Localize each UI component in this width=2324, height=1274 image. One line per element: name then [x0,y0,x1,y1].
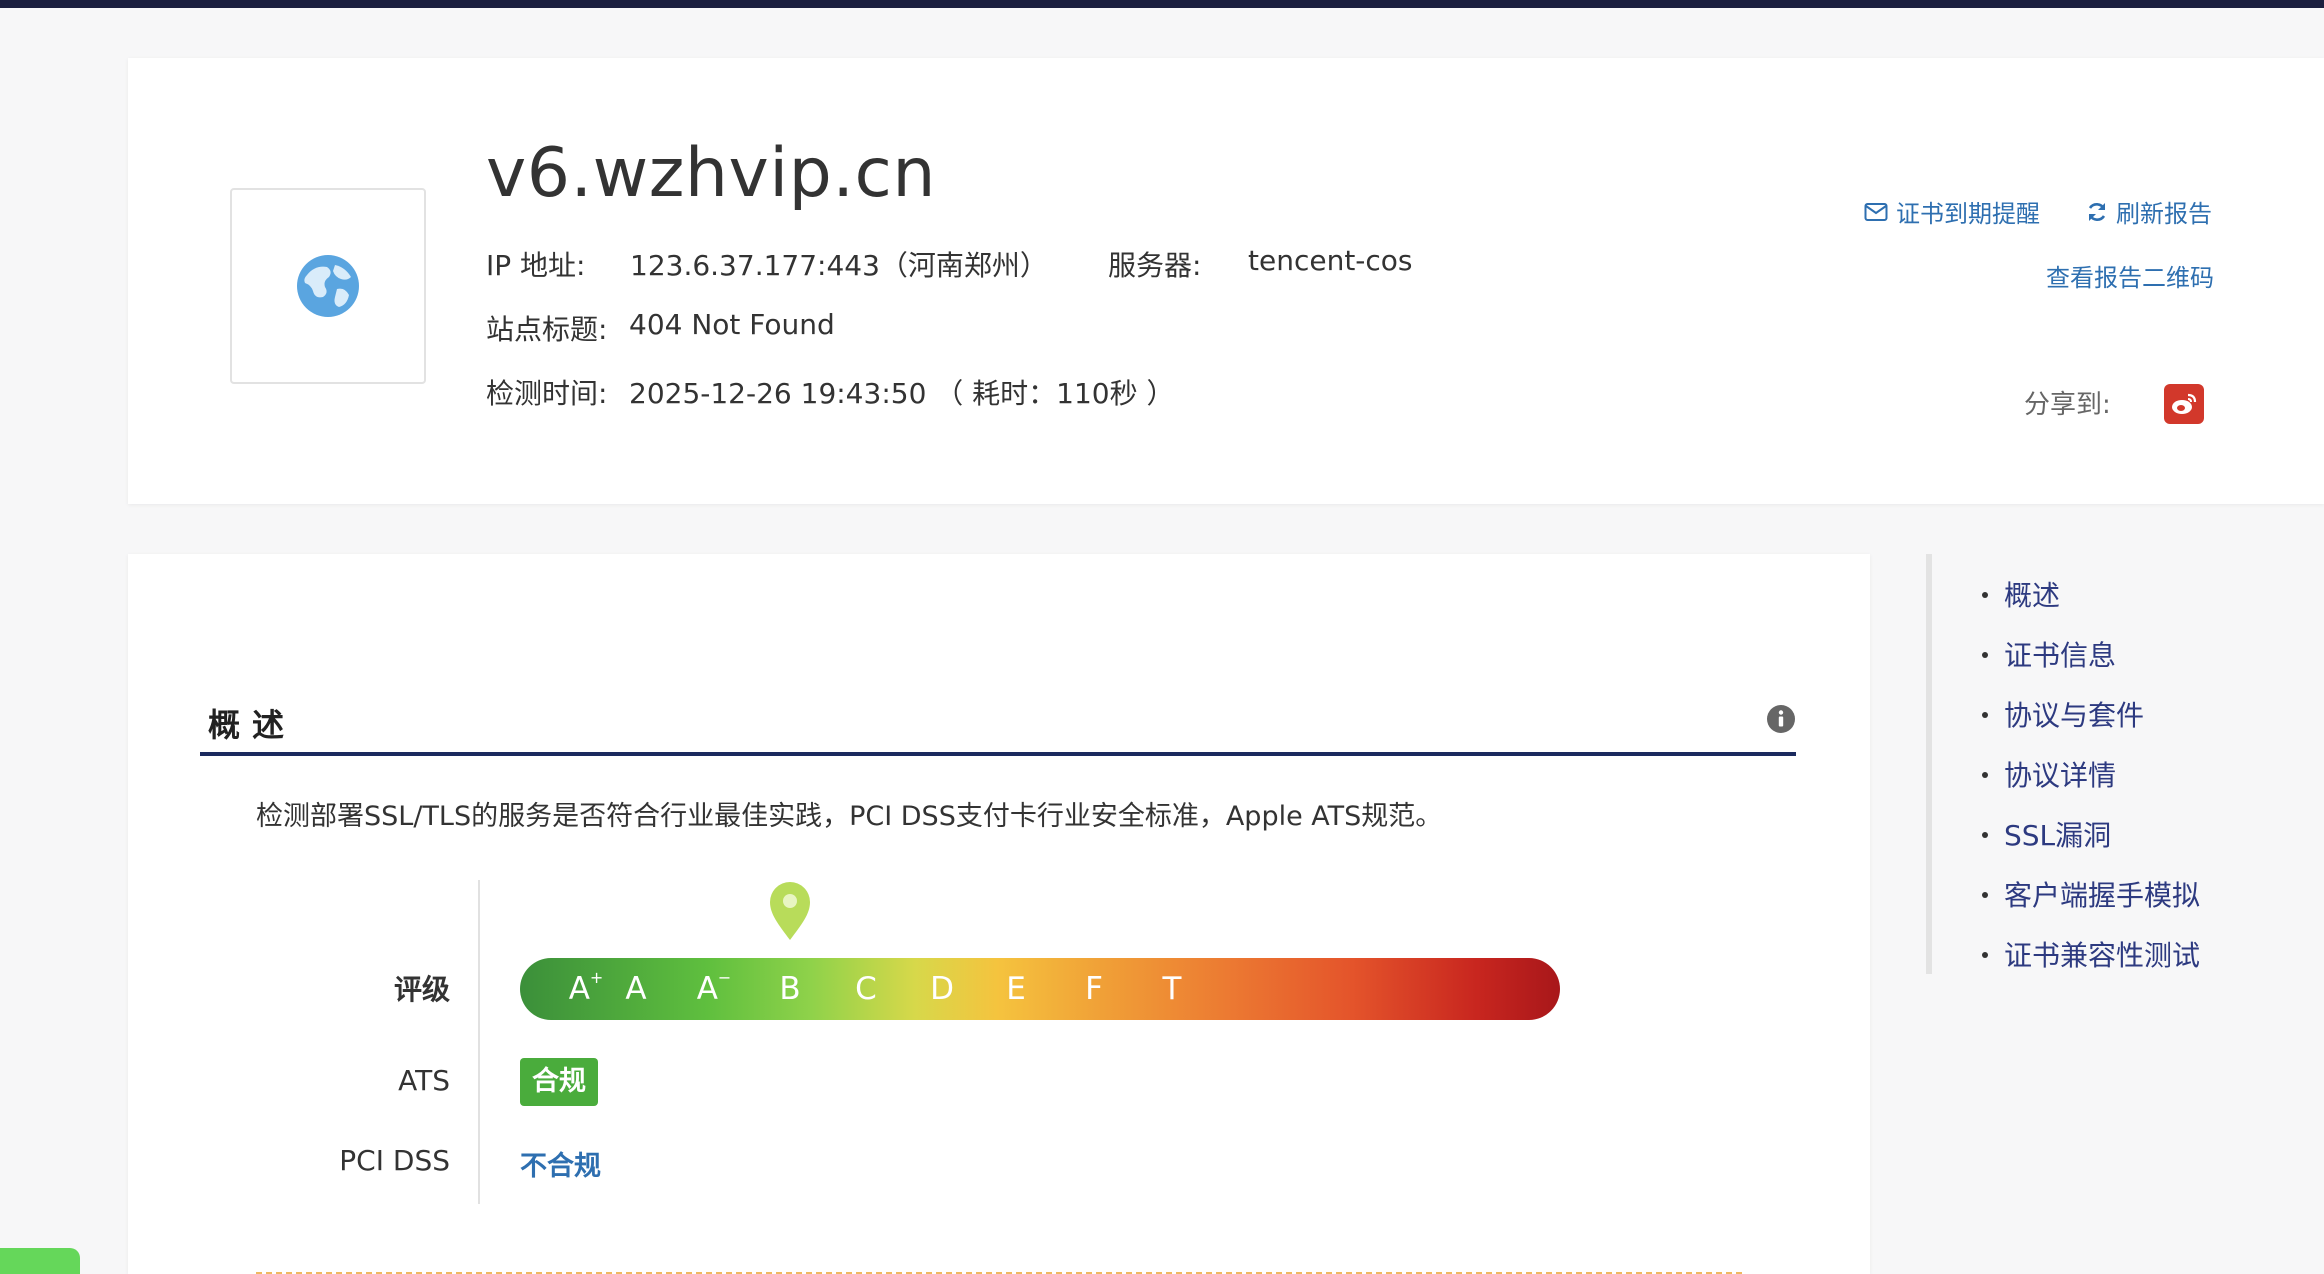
ip-value: 123.6.37.177:443（河南郑州） [630,249,1048,282]
site-logo [230,188,426,384]
grade-modifier: − [717,968,732,987]
share-label: 分享到: [2024,390,2111,420]
side-nav-item[interactable]: 协议与套件 [1982,686,2200,746]
info-icon[interactable] [1766,704,1796,734]
view-qrcode-link[interactable]: 查看报告二维码 [2046,258,2214,293]
grade-marker-pin-icon [770,882,810,940]
site-title-row: 站点标题: 404 Not Found [486,308,835,348]
ip-label: IP 地址: [486,249,586,282]
site-title-label: 站点标题: [486,313,608,346]
overview-description: 检测部署SSL/TLS的服务是否符合行业最佳实践，PCI DSS支付卡行业安全标… [256,801,1443,832]
overview-title: 概述 [208,706,297,744]
site-title-value: 404 Not Found [629,308,835,341]
domain-title: v6.wzhvip.cn [486,134,936,213]
grade-letter: A [625,971,647,1007]
grade-letter: E [1006,971,1026,1007]
grade-level: F [1064,958,1124,1020]
label-divider [478,880,480,1204]
ats-status-badge: 合规 [520,1058,598,1106]
top-bar [0,0,2324,8]
check-time-row: 检测时间: 2025-12-26 19:43:50 （ 耗时：110秒 ） [486,372,1175,412]
grade-letter: B [779,971,801,1007]
grade-level: T [1142,958,1202,1020]
ip-row: IP 地址: 123.6.37.177:443（河南郑州） 服务器: tence… [486,244,1413,284]
overview-divider [200,752,1796,756]
grade-letter: C [855,971,877,1007]
grade-level: C [836,958,896,1020]
grade-level: E [986,958,1046,1020]
grade-letter: F [1085,971,1103,1007]
grade-modifier: + [589,968,604,987]
side-nav-list: 概述 证书信息 协议与套件 协议详情 SSL漏洞 客户端握手模拟 证书兼容性测试 [1932,566,2200,986]
ats-label: ATS [398,1064,450,1097]
cert-reminder-label: 证书到期提醒 [1896,200,2040,228]
mail-icon [1864,202,1888,221]
grade-letter: D [930,971,954,1007]
overview-section: 概述 检测部署SSL/TLS的服务是否符合行业最佳实践，PCI DSS支付卡行业… [128,554,1870,1274]
pci-dss-label: PCI DSS [339,1144,450,1177]
check-time-label: 检测时间: [486,377,608,410]
weibo-icon [2172,393,2197,414]
report-header: v6.wzhvip.cn IP 地址: 123.6.37.177:443（河南郑… [128,58,2324,504]
side-nav-item[interactable]: 证书信息 [1982,626,2200,686]
check-time-value: 2025-12-26 19:43:50 （ 耗时：110秒 ） [629,377,1175,410]
side-nav-item[interactable]: 客户端握手模拟 [1982,866,2200,926]
refresh-icon [2088,202,2106,221]
grade-level: D [912,958,972,1020]
floating-widget[interactable] [0,1248,80,1274]
grade-level: A− [684,958,744,1020]
side-nav-item[interactable]: SSL漏洞 [1982,806,2200,866]
grade-level: A [606,958,666,1020]
refresh-report-label: 刷新报告 [2116,200,2212,228]
grade-letter: A [696,971,718,1007]
grade-label: 评级 [393,973,450,1006]
grade-letter: A [568,971,590,1007]
server-label: 服务器: [1108,249,1202,282]
weibo-share-button[interactable] [2164,384,2204,424]
side-nav-item[interactable]: 概述 [1982,566,2200,626]
side-nav-item[interactable]: 协议详情 [1982,746,2200,806]
pci-dss-status: 不合规 [520,1151,601,1182]
side-nav-item[interactable]: 证书兼容性测试 [1982,926,2200,986]
server-value: tencent-cos [1248,244,1413,277]
cert-reminder-link[interactable]: 证书到期提醒 [1864,194,2040,229]
grade-letter: T [1162,971,1182,1007]
grade-level: B [760,958,820,1020]
globe-icon [297,255,359,317]
side-navigation: 概述 证书信息 协议与套件 协议详情 SSL漏洞 客户端握手模拟 证书兼容性测试 [1926,554,2200,974]
grade-scale: A+ A A− B C D E F T [520,958,1560,1020]
refresh-report-link[interactable]: 刷新报告 [2086,194,2212,229]
